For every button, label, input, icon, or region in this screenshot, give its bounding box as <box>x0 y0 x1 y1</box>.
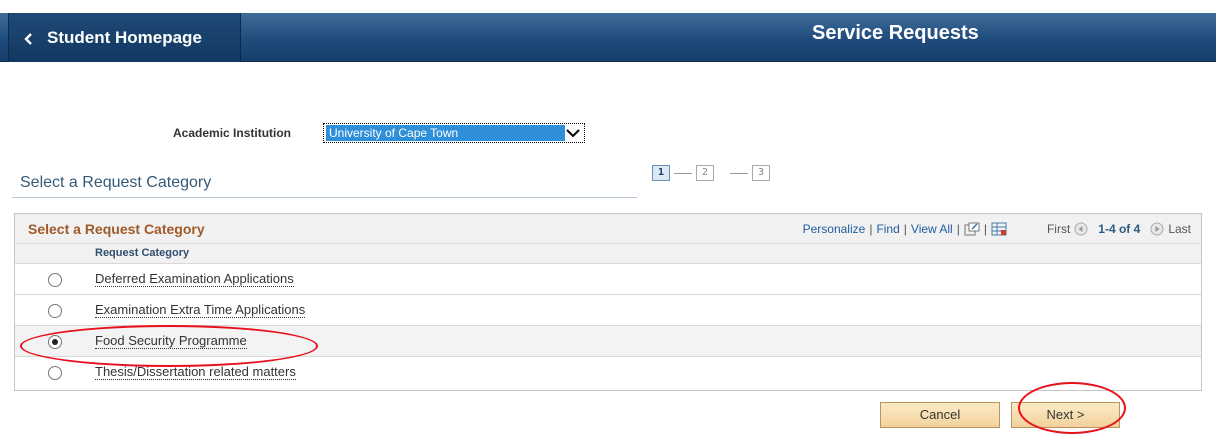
academic-institution-select[interactable]: University of Cape Town <box>323 123 585 143</box>
request-category-grid: Select a Request Category Personalize | … <box>14 213 1202 391</box>
category-link[interactable]: Deferred Examination Applications <box>95 271 294 287</box>
next-button[interactable]: Next > <box>1011 402 1120 428</box>
section-divider <box>12 197 637 198</box>
step-connector <box>674 173 692 174</box>
category-link[interactable]: Thesis/Dissertation related matters <box>95 364 296 380</box>
toolbar-separator: | <box>956 222 960 236</box>
academic-institution-label: Academic Institution <box>173 126 292 140</box>
download-spreadsheet-icon[interactable] <box>991 222 1007 236</box>
row-radio[interactable] <box>48 366 62 380</box>
new-window-icon[interactable] <box>964 222 980 236</box>
table-row: Deferred Examination Applications <box>15 264 1201 295</box>
row-radio-selected[interactable] <box>48 335 62 349</box>
view-all-link[interactable]: View All <box>911 222 953 236</box>
personalize-link[interactable]: Personalize <box>803 222 866 236</box>
academic-institution-value: University of Cape Town <box>326 125 565 141</box>
next-page-icon[interactable] <box>1150 222 1164 236</box>
grid-title: Select a Request Category <box>28 221 205 237</box>
column-header-label: Request Category <box>95 247 190 259</box>
grid-toolbar: Personalize | Find | View All | | First … <box>803 222 1191 236</box>
top-banner: Student Homepage Service Requests <box>0 13 1216 62</box>
toolbar-separator: | <box>903 222 907 236</box>
row-radio[interactable] <box>48 304 62 318</box>
first-label: First <box>1046 222 1071 236</box>
page-title: Service Requests <box>812 22 979 44</box>
student-homepage-button[interactable]: Student Homepage <box>8 13 241 62</box>
table-row: Examination Extra Time Applications <box>15 295 1201 326</box>
toolbar-separator: | <box>983 222 987 236</box>
step-1: 1 <box>652 165 670 181</box>
chevron-down-icon <box>565 126 581 140</box>
step-connector <box>730 173 748 174</box>
section-title: Select a Request Category <box>20 174 212 191</box>
grid-header: Select a Request Category Personalize | … <box>15 214 1201 244</box>
table-row: Thesis/Dissertation related matters <box>15 357 1201 388</box>
cancel-button[interactable]: Cancel <box>880 402 1000 428</box>
find-link[interactable]: Find <box>876 222 899 236</box>
toolbar-separator: | <box>869 222 873 236</box>
category-link[interactable]: Examination Extra Time Applications <box>95 302 306 318</box>
step-3: 3 <box>752 165 770 181</box>
table-row: Food Security Programme <box>15 326 1201 357</box>
student-homepage-label: Student Homepage <box>47 27 202 47</box>
step-2: 2 <box>696 165 714 181</box>
page-range: 1-4 of 4 <box>1098 222 1141 236</box>
last-label: Last <box>1168 222 1191 236</box>
chevron-left-icon <box>23 32 35 45</box>
previous-page-icon[interactable] <box>1074 222 1088 236</box>
row-radio[interactable] <box>48 273 62 287</box>
column-header: Request Category <box>15 244 1201 264</box>
category-link[interactable]: Food Security Programme <box>95 333 247 349</box>
